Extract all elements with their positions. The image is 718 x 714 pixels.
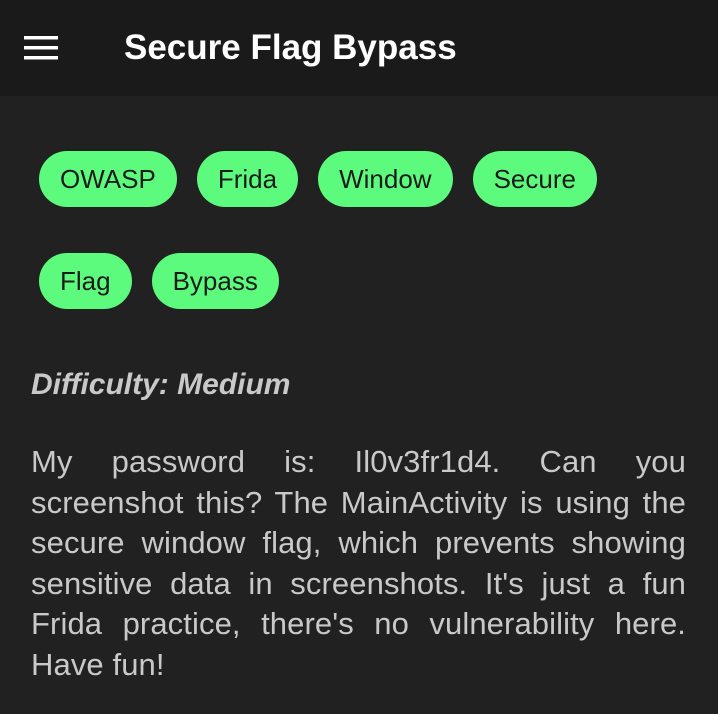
tag-chip-frida[interactable]: Frida	[196, 151, 299, 207]
tag-row: OWASP Frida Window Secure	[39, 151, 597, 207]
tag-chip-flag[interactable]: Flag	[39, 253, 132, 309]
tag-chip-window[interactable]: Window	[318, 151, 453, 207]
tag-chip-bypass[interactable]: Bypass	[151, 253, 279, 309]
challenge-description: My password is: Il0v3fr1d4. Can you scre…	[31, 444, 686, 682]
tag-chip-secure[interactable]: Secure	[472, 151, 597, 207]
hamburger-menu-icon[interactable]	[24, 30, 72, 66]
app-title: Secure Flag Bypass	[124, 28, 457, 67]
tag-chip-owasp[interactable]: OWASP	[39, 151, 177, 207]
difficulty-label: Difficulty: Medium	[31, 368, 291, 401]
app-bar: Secure Flag Bypass	[0, 0, 718, 96]
challenge-content: OWASP Frida Window Secure Flag Bypass Di…	[0, 96, 718, 714]
tag-row: Flag Bypass	[39, 253, 279, 309]
